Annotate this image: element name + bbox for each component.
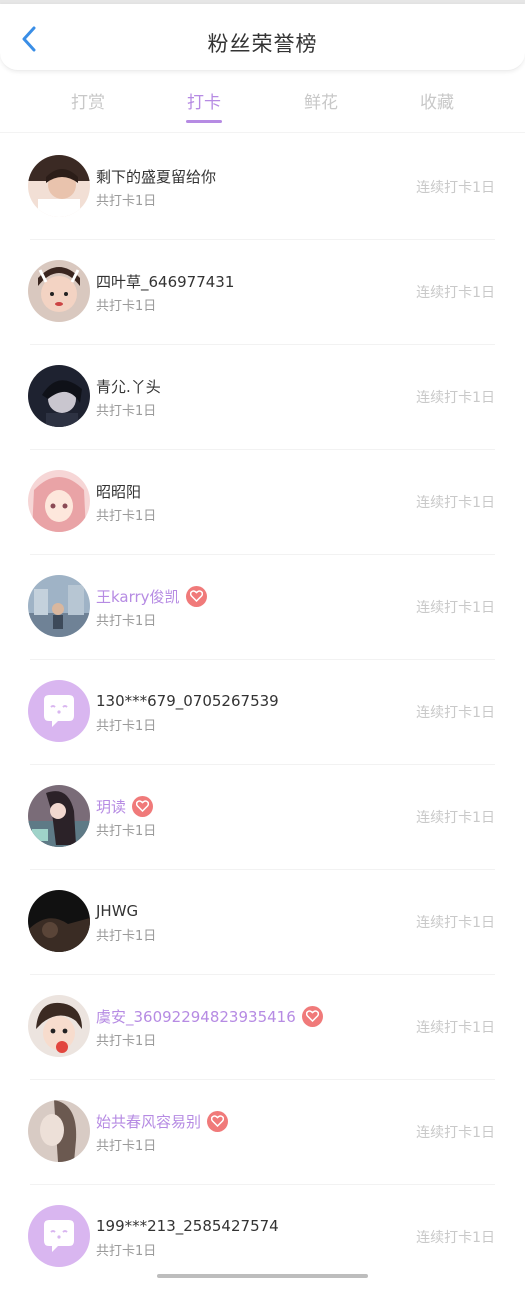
streak-text: 连续打卡1日 bbox=[416, 1230, 495, 1246]
avatar[interactable] bbox=[28, 995, 90, 1057]
streak-text: 连续打卡1日 bbox=[416, 1020, 495, 1036]
user-name[interactable]: JHWG bbox=[96, 902, 138, 920]
user-name[interactable]: 剩下的盛夏留给你 bbox=[96, 166, 216, 187]
user-name[interactable]: 王karry俊凯 bbox=[96, 586, 180, 607]
avatar[interactable] bbox=[28, 890, 90, 952]
list-item[interactable]: 虞安_36092294823935416 共打卡1日 连续打卡1日 bbox=[0, 975, 525, 1080]
total-checkin-text: 共打卡1日 bbox=[96, 719, 157, 734]
page-title: 粉丝荣誉榜 bbox=[207, 32, 318, 56]
heart-badge-icon bbox=[132, 795, 154, 817]
tab-reward[interactable]: 打赏 bbox=[48, 88, 128, 113]
total-checkin-text: 共打卡1日 bbox=[96, 299, 157, 314]
total-checkin-text: 共打卡1日 bbox=[96, 1139, 157, 1154]
avatar[interactable] bbox=[28, 365, 90, 427]
avatar[interactable] bbox=[28, 785, 90, 847]
total-checkin-text: 共打卡1日 bbox=[96, 614, 157, 629]
streak-text: 连续打卡1日 bbox=[416, 1125, 495, 1141]
tab-favorites[interactable]: 收藏 bbox=[397, 88, 477, 113]
streak-text: 连续打卡1日 bbox=[416, 810, 495, 826]
total-checkin-text: 共打卡1日 bbox=[96, 929, 157, 944]
user-name[interactable]: 昭昭阳 bbox=[96, 481, 141, 502]
streak-text: 连续打卡1日 bbox=[416, 180, 495, 196]
avatar[interactable] bbox=[28, 470, 90, 532]
avatar[interactable] bbox=[28, 1100, 90, 1162]
user-name[interactable]: 虞安_36092294823935416 bbox=[96, 1006, 296, 1027]
user-name[interactable]: 四叶草_646977431 bbox=[96, 271, 234, 292]
active-tab-indicator bbox=[186, 120, 222, 123]
default-avatar[interactable] bbox=[28, 680, 90, 742]
total-checkin-text: 共打卡1日 bbox=[96, 404, 157, 419]
avatar[interactable] bbox=[28, 260, 90, 322]
fan-ranking-list: 剩下的盛夏留给你 共打卡1日 连续打卡1日 四叶草_646977431 共打卡1… bbox=[0, 135, 525, 1290]
default-avatar[interactable] bbox=[28, 1205, 90, 1267]
streak-text: 连续打卡1日 bbox=[416, 705, 495, 721]
heart-badge-icon bbox=[185, 585, 207, 607]
home-indicator[interactable] bbox=[157, 1274, 368, 1278]
streak-text: 连续打卡1日 bbox=[416, 915, 495, 931]
list-item[interactable]: 剩下的盛夏留给你 共打卡1日 连续打卡1日 bbox=[0, 135, 525, 240]
heart-badge-icon bbox=[207, 1110, 229, 1132]
list-item[interactable]: 四叶草_646977431 共打卡1日 连续打卡1日 bbox=[0, 240, 525, 345]
user-name[interactable]: 130***679_0705267539 bbox=[96, 692, 279, 710]
user-name[interactable]: 199***213_2585427574 bbox=[96, 1217, 279, 1235]
heart-badge-icon bbox=[301, 1005, 323, 1027]
list-item[interactable]: 玥读 共打卡1日 连续打卡1日 bbox=[0, 765, 525, 870]
streak-text: 连续打卡1日 bbox=[416, 495, 495, 511]
list-item[interactable]: 青尣.丫头 共打卡1日 连续打卡1日 bbox=[0, 345, 525, 450]
user-name[interactable]: 始共春风容易别 bbox=[96, 1111, 201, 1132]
streak-text: 连续打卡1日 bbox=[416, 390, 495, 406]
list-item[interactable]: 昭昭阳 共打卡1日 连续打卡1日 bbox=[0, 450, 525, 555]
list-item[interactable]: JHWG 共打卡1日 连续打卡1日 bbox=[0, 870, 525, 975]
total-checkin-text: 共打卡1日 bbox=[96, 194, 157, 209]
top-navigation-bar: 粉丝荣誉榜 bbox=[0, 4, 525, 71]
tab-flowers[interactable]: 鲜花 bbox=[281, 88, 361, 113]
total-checkin-text: 共打卡1日 bbox=[96, 509, 157, 524]
user-name[interactable]: 玥读 bbox=[96, 796, 126, 817]
total-checkin-text: 共打卡1日 bbox=[96, 1034, 157, 1049]
avatar[interactable] bbox=[28, 575, 90, 637]
streak-text: 连续打卡1日 bbox=[416, 600, 495, 616]
tab-checkin[interactable]: 打卡 bbox=[164, 88, 244, 123]
avatar[interactable] bbox=[28, 155, 90, 217]
list-item[interactable]: 130***679_0705267539 共打卡1日 连续打卡1日 bbox=[0, 660, 525, 765]
total-checkin-text: 共打卡1日 bbox=[96, 1244, 157, 1259]
list-item[interactable]: 始共春风容易别 共打卡1日 连续打卡1日 bbox=[0, 1080, 525, 1185]
tab-checkin-label: 打卡 bbox=[187, 93, 221, 113]
total-checkin-text: 共打卡1日 bbox=[96, 824, 157, 839]
streak-text: 连续打卡1日 bbox=[416, 285, 495, 301]
list-item[interactable]: 王karry俊凯 共打卡1日 连续打卡1日 bbox=[0, 555, 525, 660]
user-name[interactable]: 青尣.丫头 bbox=[96, 376, 161, 397]
tab-bar: 打赏 打卡 鲜花 收藏 bbox=[0, 80, 525, 133]
